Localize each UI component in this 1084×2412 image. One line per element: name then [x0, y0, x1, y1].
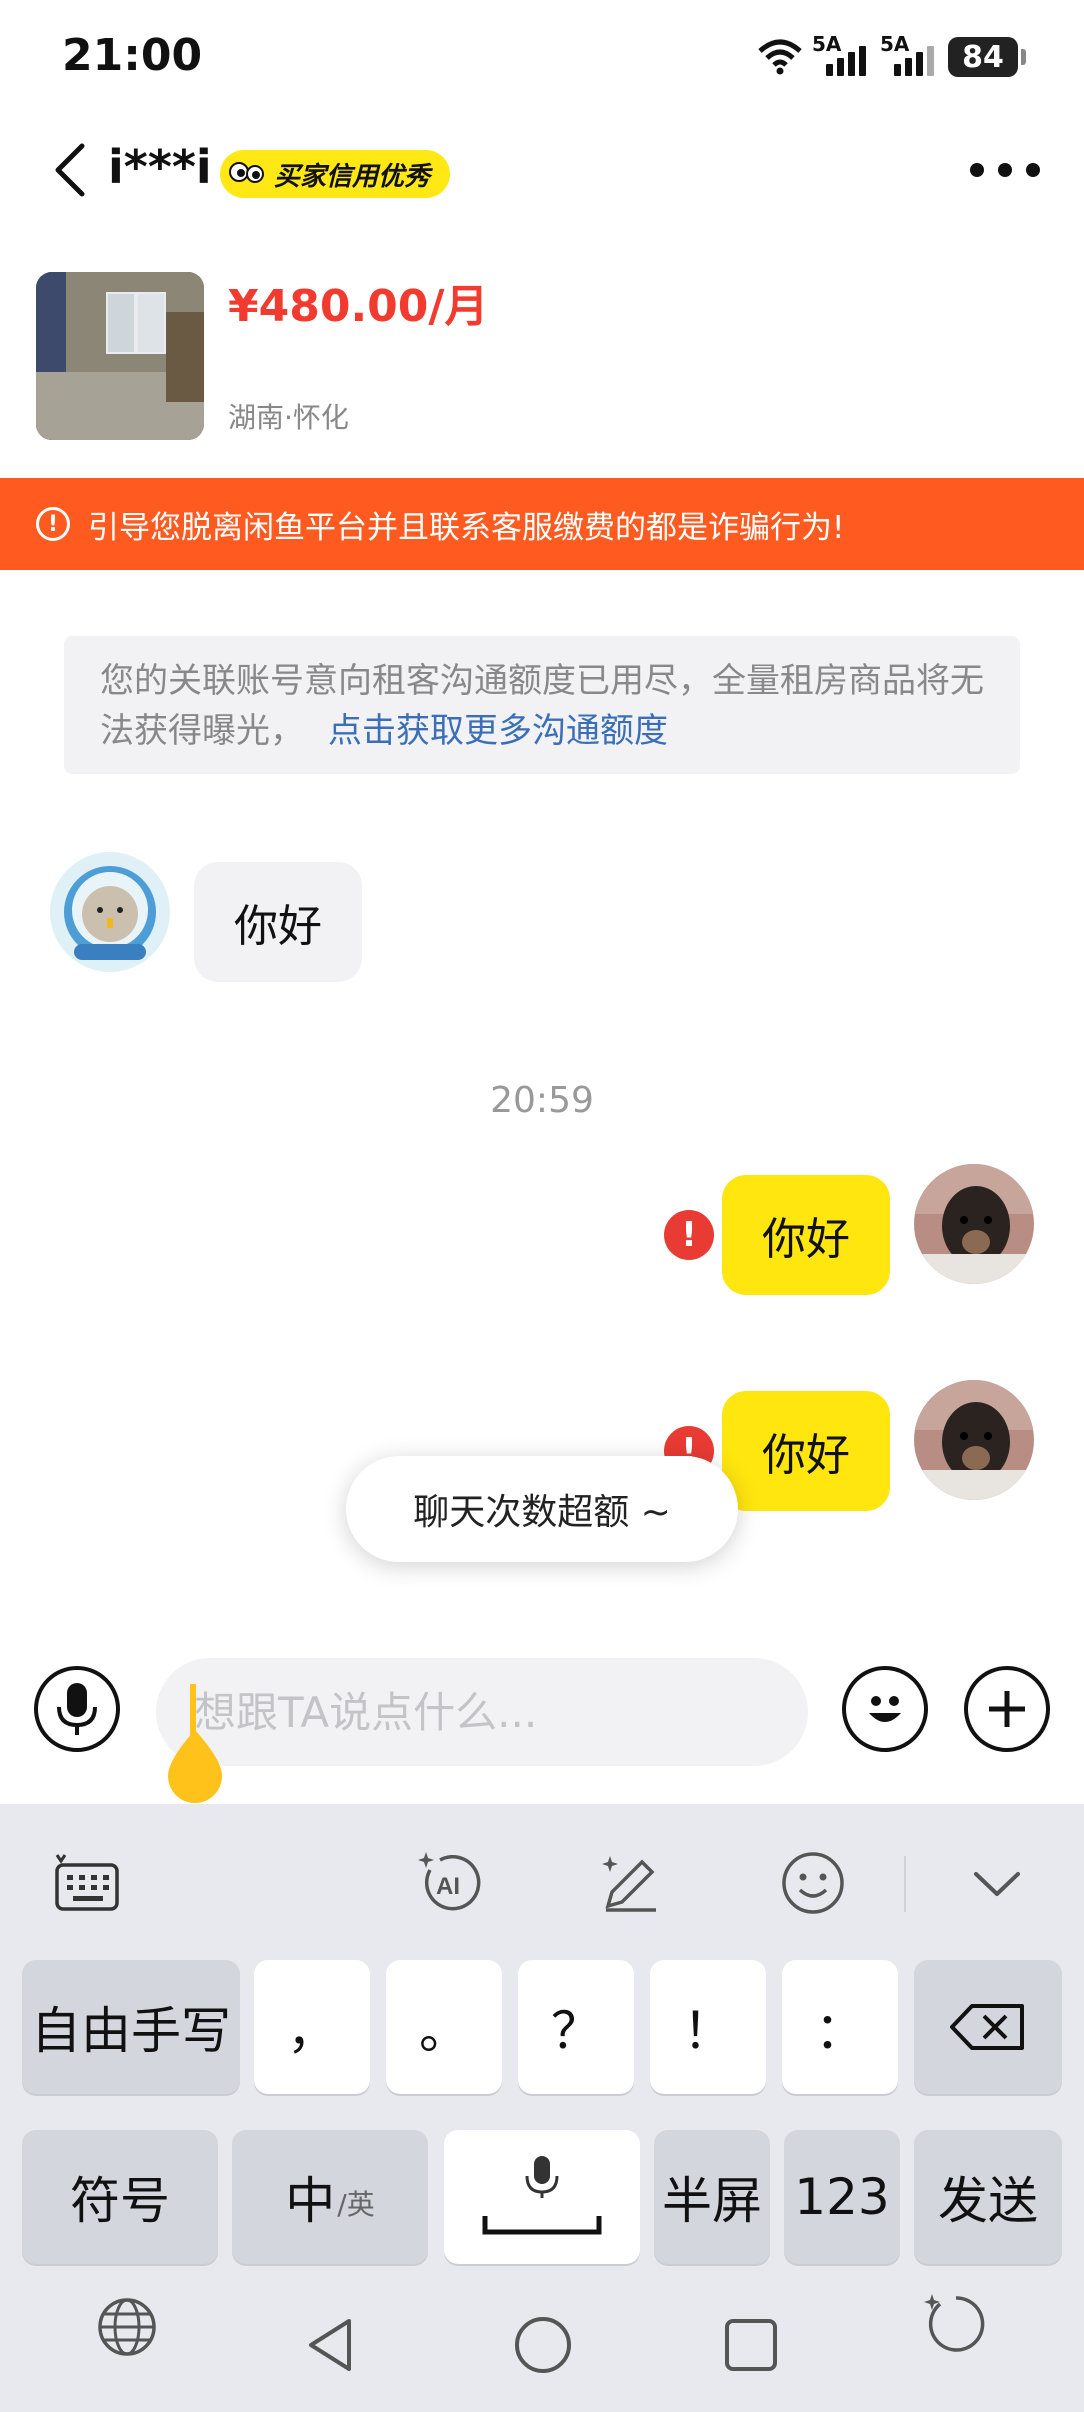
status-time: 21:00 [62, 30, 203, 81]
dot-icon [998, 163, 1012, 177]
language-switch-key[interactable]: 中/英 [232, 2130, 428, 2264]
credit-badge[interactable]: 买家信用优秀 [220, 150, 451, 198]
nav-recents-button[interactable] [716, 2310, 786, 2380]
outgoing-message-bubble[interactable]: 你好 [722, 1391, 890, 1511]
handwrite-button[interactable] [596, 1848, 666, 1918]
room-photo [36, 272, 204, 440]
more-options-button[interactable] [970, 160, 1040, 180]
product-location: 湖南·怀化 [228, 401, 349, 434]
cat-astronaut-avatar [50, 852, 170, 972]
warning-icon: ! [36, 507, 70, 541]
language-sub-label: /英 [337, 2188, 375, 2221]
product-price: ¥480.00/月 [228, 281, 489, 332]
emoji-icon [782, 1852, 844, 1914]
warning-text: 引导您脱离闲鱼平台并且联系客服缴费的都是诈骗行为! [88, 509, 845, 546]
emoji-keyboard-button[interactable] [778, 1848, 848, 1918]
get-quota-link[interactable]: 点击获取更多沟通额度 [328, 711, 668, 751]
backspace-key[interactable] [914, 1960, 1062, 2094]
backspace-icon [950, 2004, 1024, 2050]
symbols-key[interactable]: 符号 [22, 2130, 218, 2264]
system-nav-bar [0, 2280, 1084, 2412]
quota-exceeded-toast: 聊天次数超额 ~ [346, 1456, 738, 1562]
send-failed-icon[interactable]: ! [664, 1210, 714, 1260]
voice-button[interactable] [34, 1666, 120, 1752]
chat-header: i***i 买家信用优秀 [0, 120, 1084, 220]
wifi-icon [758, 39, 802, 75]
space-key[interactable] [444, 2130, 640, 2264]
half-screen-key[interactable]: 半屏 [654, 2130, 770, 2264]
fraud-warning-banner: ! 引导您脱离闲鱼平台并且联系客服缴费的都是诈骗行为! [0, 478, 1084, 570]
keyboard-toolbar: AI [0, 1804, 1084, 1954]
peer-name[interactable]: i***i [108, 140, 212, 194]
product-thumbnail[interactable] [36, 272, 204, 440]
text-cursor-handle[interactable] [162, 1684, 228, 1804]
comma-key[interactable]: ， [254, 1960, 370, 2094]
message-timestamp: 20:59 [490, 1080, 594, 1121]
puppy-avatar [914, 1380, 1034, 1500]
square-recents-icon [725, 2319, 777, 2371]
keyboard-settings-button[interactable] [52, 1848, 122, 1918]
emoji-button[interactable] [842, 1666, 928, 1752]
signal-1-icon: 5A [812, 32, 870, 76]
nav-home-button[interactable] [508, 2310, 578, 2380]
language-main-label: 中 [285, 2172, 336, 2230]
peer-avatar[interactable] [50, 852, 170, 972]
battery-indicator: 84 [948, 37, 1026, 77]
question-key[interactable]: ？ [518, 1960, 634, 2094]
credit-badge-label: 买家信用优秀 [274, 161, 431, 192]
ai-button[interactable]: AI [416, 1848, 486, 1918]
svg-text:AI: AI [436, 1873, 460, 1900]
message-input[interactable] [156, 1658, 808, 1766]
incoming-message-bubble[interactable]: 你好 [194, 862, 362, 982]
dot-icon [970, 163, 984, 177]
exclamation-key[interactable]: ！ [650, 1960, 766, 2094]
back-button[interactable] [50, 140, 100, 200]
add-attachment-button[interactable] [964, 1666, 1050, 1752]
my-avatar[interactable] [914, 1380, 1034, 1500]
circle-home-icon [515, 2317, 571, 2373]
product-card[interactable]: ¥480.00/月 湖南·怀化 [0, 260, 1084, 460]
period-key[interactable]: 。 [386, 1960, 502, 2094]
colon-key[interactable]: ： [782, 1960, 898, 2094]
quota-notice: 您的关联账号意向租客沟通额度已用尽，全量租房商品将无法获得曝光， 点击获取更多沟通… [64, 636, 1020, 774]
microphone-icon [57, 1683, 97, 1735]
nav-back-button[interactable] [296, 2310, 366, 2380]
outgoing-message-bubble[interactable]: 你好 [722, 1175, 890, 1295]
handwrite-mode-key[interactable]: 自由手写 [22, 1960, 240, 2094]
puppy-avatar [914, 1164, 1034, 1284]
collapse-keyboard-button[interactable] [962, 1848, 1032, 1918]
plus-icon [989, 1691, 1025, 1727]
handwrite-pen-icon [602, 1856, 656, 1912]
status-icons: 5A 5A 84 [758, 32, 1026, 82]
toolbar-divider [904, 1856, 906, 1912]
numbers-key[interactable]: 123 [784, 2130, 900, 2264]
my-avatar[interactable] [914, 1164, 1034, 1284]
chevron-down-icon [974, 1872, 1020, 1896]
ai-icon: AI [418, 1852, 481, 1911]
chevron-left-icon [55, 143, 85, 197]
send-key[interactable]: 发送 [914, 2130, 1062, 2264]
triangle-back-icon [309, 2319, 351, 2371]
status-bar: 21:00 5A 5A 84 [0, 0, 1084, 110]
space-voice-icon [482, 2156, 602, 2235]
emoji-icon [869, 1696, 901, 1722]
dot-icon [1026, 163, 1040, 177]
fish-eyes-icon [229, 162, 264, 183]
keyboard-settings-icon [55, 1854, 119, 1911]
signal-2-icon: 5A [880, 32, 938, 76]
